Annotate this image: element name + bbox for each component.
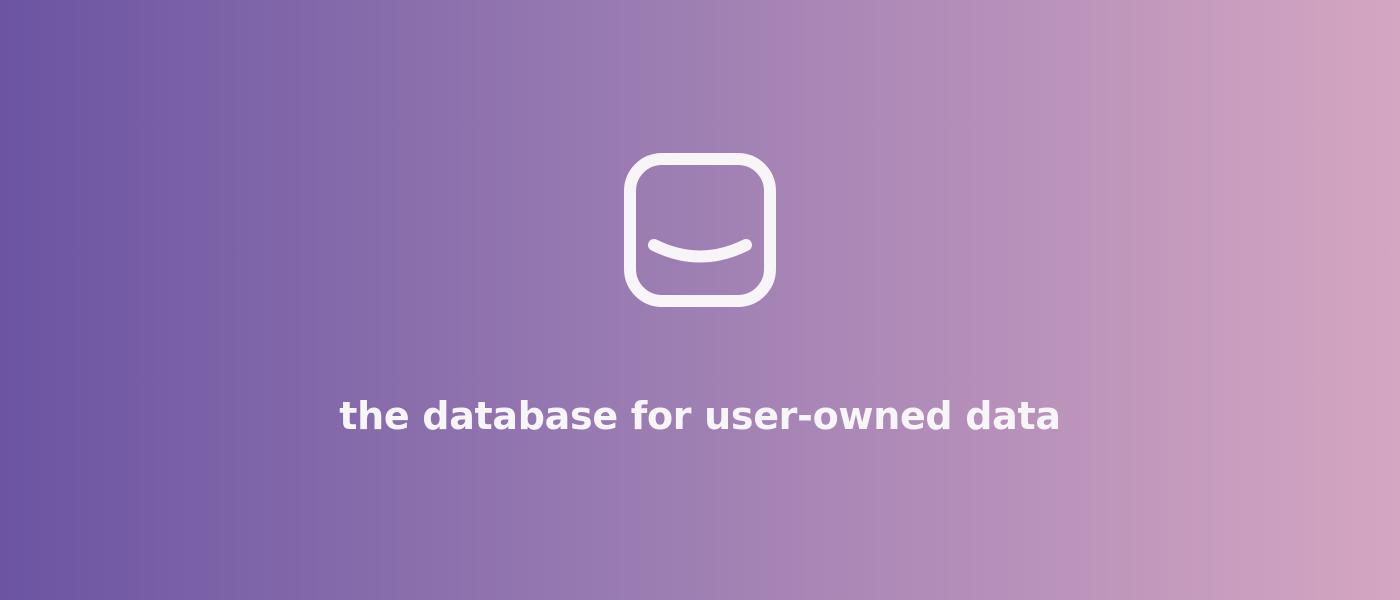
logo: [624, 153, 776, 307]
smiling-square-icon: [624, 153, 776, 307]
tagline: the database for user-owned data: [339, 394, 1061, 438]
logo-smile: [648, 239, 752, 263]
logo-frame: [624, 153, 776, 307]
hero-banner: the database for user-owned data: [0, 0, 1400, 600]
